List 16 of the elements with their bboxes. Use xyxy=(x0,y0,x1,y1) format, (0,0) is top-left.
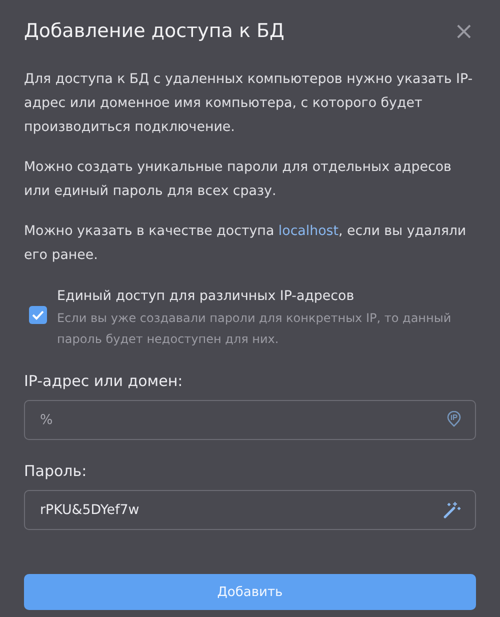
localhost-link[interactable]: localhost xyxy=(278,224,339,239)
info-paragraph: Для доступа к БД с удаленных компьютеров нужно указать IP-адрес или доменное имя компьютера, с которого будет производиться подключение. xyxy=(24,71,474,137)
checkbox-hint: Если вы уже создавали пароли для конкретных IP, то данный пароль будет недоступен для них. xyxy=(57,310,452,348)
field-label: IP-адрес или домен: xyxy=(24,372,184,390)
ip-pin-icon[interactable] xyxy=(447,411,461,427)
field-label: Пароль: xyxy=(24,462,88,480)
info-paragraph: Можно создать уникальные пароли для отдельных адресов или единый пароль для всех сразу. xyxy=(24,159,452,201)
dialog-title: Добавление доступа к БД xyxy=(24,20,284,42)
ip-field[interactable]: % xyxy=(24,400,476,440)
close-button[interactable]: × xyxy=(452,19,476,43)
info-paragraph: Можно указать в качестве доступа localhost, если вы удаляли его ранее. xyxy=(24,223,468,265)
checkbox[interactable] xyxy=(29,306,47,324)
password-field[interactable]: rPKU&5DYef7w xyxy=(24,490,476,530)
add-button[interactable]: Добавить xyxy=(24,574,476,610)
checkbox-label: Единый доступ для различных IP-адресов xyxy=(57,288,356,306)
magic-wand-icon[interactable] xyxy=(443,501,461,519)
